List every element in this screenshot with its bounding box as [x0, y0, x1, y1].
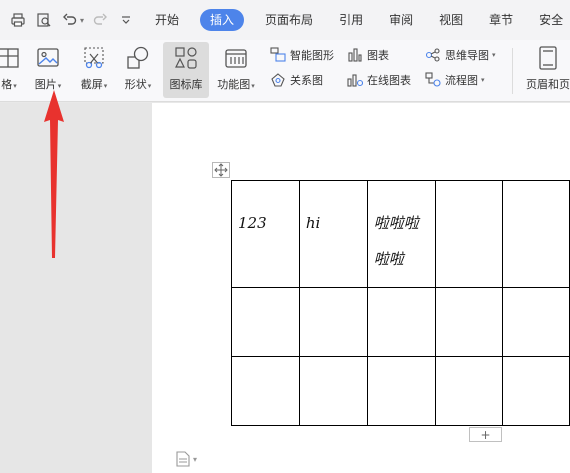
table-cell[interactable]	[231, 356, 300, 426]
header-footer-button[interactable]: 页眉和页	[518, 42, 570, 98]
mind-map-icon	[425, 48, 440, 62]
online-chart-icon	[347, 74, 363, 87]
table-cell[interactable]: 123	[231, 180, 300, 288]
shapes-button[interactable]: 形状▾	[120, 42, 156, 98]
online-chart-label: 在线图表	[367, 74, 411, 87]
mind-map-label: 思维导图	[445, 49, 489, 62]
icon-library-button[interactable]: 图标库	[163, 42, 209, 98]
table-cell[interactable]	[298, 287, 368, 357]
table-cell[interactable]	[502, 180, 570, 288]
cell-text: hi	[305, 214, 321, 232]
document-icon	[176, 451, 190, 467]
tab-page-layout[interactable]: 页面布局	[265, 9, 313, 31]
cell-text: 啦啦啦啦啦	[373, 214, 419, 268]
screenshot-button[interactable]: 截屏▾	[76, 42, 112, 98]
header-footer-label: 页眉和页	[526, 78, 570, 91]
function-chart-icon	[225, 49, 247, 68]
tab-section[interactable]: 章节	[489, 9, 513, 31]
table-cell[interactable]: hi	[298, 180, 368, 288]
cell-text: 123	[238, 214, 267, 232]
relation-chart-icon	[271, 73, 285, 87]
header-footer-icon	[539, 46, 557, 70]
tab-insert[interactable]: 插入	[200, 9, 245, 31]
tab-view[interactable]: 视图	[439, 9, 463, 31]
online-chart-button[interactable]: 在线图表	[347, 71, 411, 89]
relation-chart-label: 关系图	[290, 74, 323, 87]
relation-chart-button[interactable]: 关系图	[270, 71, 323, 89]
tab-home[interactable]: 开始	[155, 9, 179, 31]
flowchart-button[interactable]: 流程图 ▾	[425, 71, 485, 89]
function-chart-button[interactable]: 功能图▾	[213, 42, 259, 98]
picture-icon	[37, 48, 59, 67]
table-cell[interactable]	[435, 356, 504, 426]
table-row	[231, 356, 570, 426]
tab-references[interactable]: 引用	[339, 9, 363, 31]
customize-toolbar-icon[interactable]	[116, 10, 136, 30]
smart-graphic-button[interactable]: 智能图形	[270, 46, 334, 64]
red-arrow-annotation	[44, 90, 64, 258]
table-row	[231, 287, 570, 357]
icon-library-icon	[175, 47, 197, 69]
table-cell[interactable]	[298, 356, 368, 426]
shapes-icon	[127, 46, 149, 69]
redo-icon[interactable]	[90, 10, 110, 30]
wps-writer-window: ▾ 开始 插入 页面布局 引用 审阅 视图 章节 安全 格▾ 图片▾ 截屏▾ 形…	[0, 0, 570, 473]
document-table: 123 hi 啦啦啦啦啦	[231, 180, 570, 426]
icon-library-label: 图标库	[169, 78, 203, 91]
scissors-icon	[84, 47, 104, 69]
table-cell[interactable]	[366, 287, 437, 357]
table-button[interactable]: 格▾	[0, 42, 24, 98]
table-icon	[0, 48, 19, 68]
add-row-button[interactable]: +	[469, 427, 502, 442]
paste-options-button[interactable]: ▾	[176, 451, 197, 467]
print-preview-icon[interactable]	[34, 10, 54, 30]
table-cell[interactable]: 啦啦啦啦啦	[366, 180, 437, 288]
tab-review[interactable]: 审阅	[389, 9, 413, 31]
bar-chart-icon	[348, 48, 362, 62]
table-label: 格	[1, 78, 13, 91]
flowchart-icon	[425, 72, 441, 87]
table-cell[interactable]	[502, 287, 570, 357]
function-chart-label: 功能图	[217, 78, 251, 91]
table-cell[interactable]	[366, 356, 437, 426]
undo-icon[interactable]	[60, 10, 80, 30]
table-row: 123 hi 啦啦啦啦啦	[231, 180, 570, 288]
table-move-handle[interactable]	[212, 162, 230, 178]
quick-access-toolbar: ▾	[0, 0, 142, 40]
table-cell[interactable]	[231, 287, 300, 357]
chart-label: 图表	[367, 49, 389, 62]
move-icon	[214, 163, 228, 177]
shapes-label: 形状	[124, 78, 147, 91]
table-cell[interactable]	[502, 356, 570, 426]
ribbon-divider	[512, 48, 513, 94]
menu-bar: ▾ 开始 插入 页面布局 引用 审阅 视图 章节 安全	[0, 0, 570, 40]
smart-graphic-label: 智能图形	[290, 49, 334, 62]
undo-dropdown-icon[interactable]: ▾	[80, 16, 84, 25]
chart-button[interactable]: 图表	[347, 46, 389, 64]
flowchart-label: 流程图	[445, 74, 478, 87]
tab-security[interactable]: 安全	[539, 9, 563, 31]
screenshot-label: 截屏	[80, 78, 103, 91]
table-cell[interactable]	[435, 287, 504, 357]
chevron-down-icon: ▾	[193, 454, 198, 464]
table-cell[interactable]	[435, 180, 504, 288]
print-icon[interactable]	[8, 10, 28, 30]
mind-map-button[interactable]: 思维导图 ▾	[425, 46, 496, 64]
smart-graphic-icon	[270, 47, 286, 62]
insert-ribbon: 格▾ 图片▾ 截屏▾ 形状▾ 图标库 功能图▾ 智能图形 关系图 图表 在线图表…	[0, 40, 570, 102]
